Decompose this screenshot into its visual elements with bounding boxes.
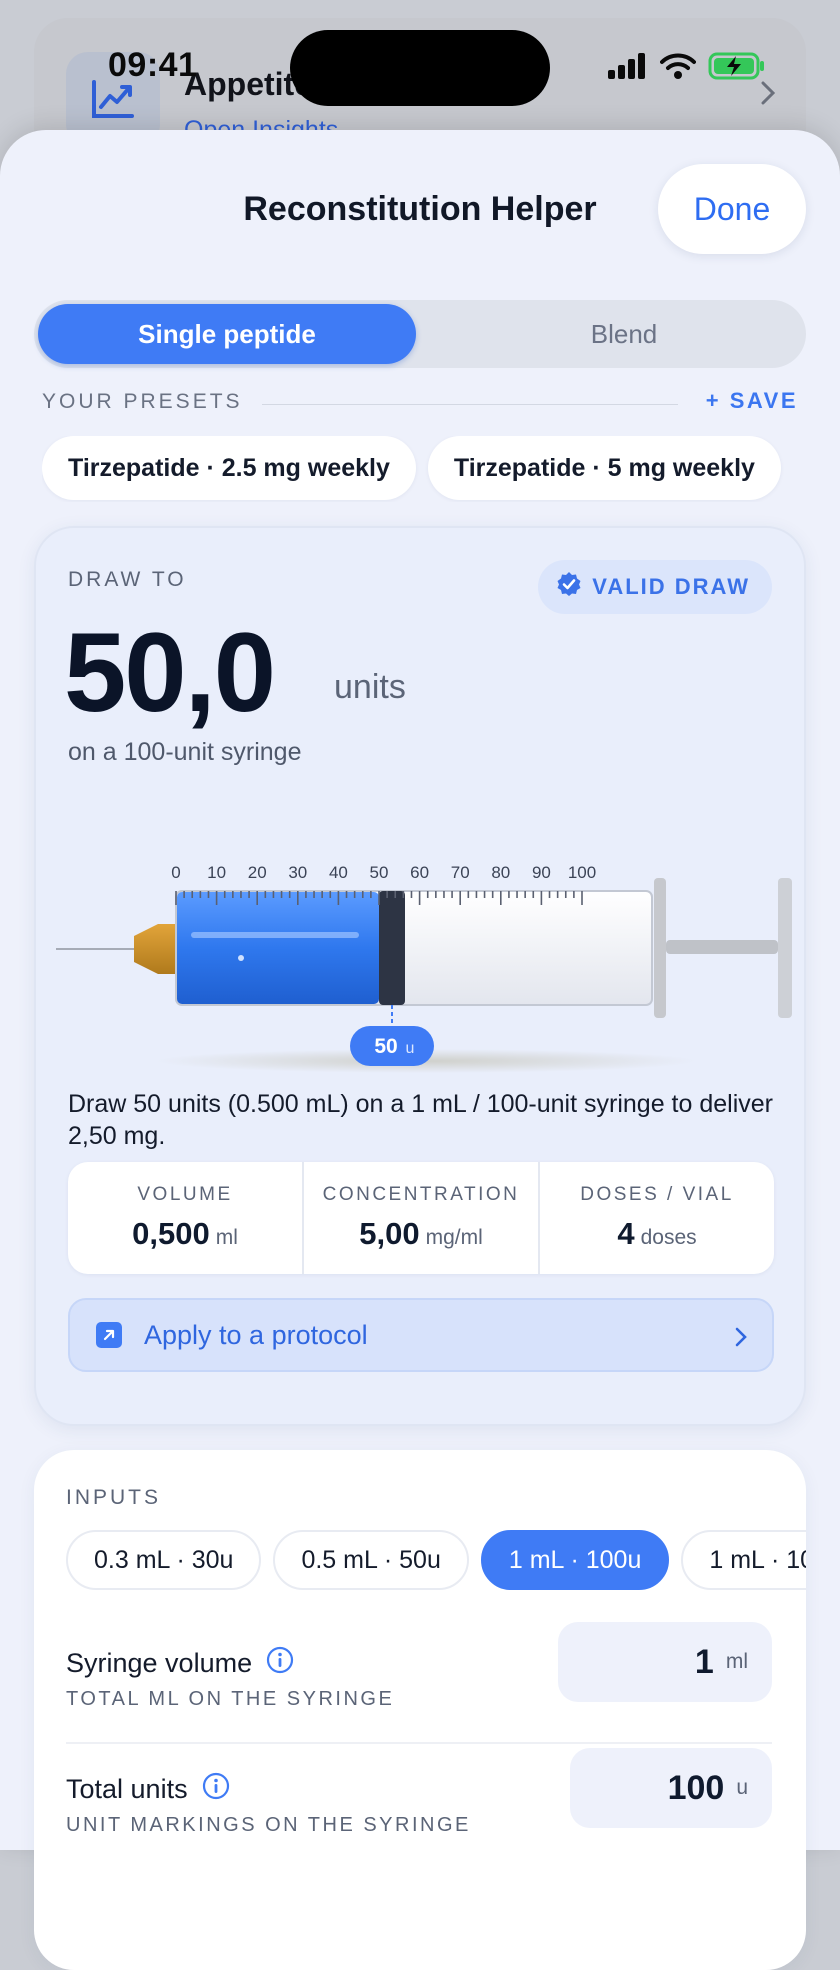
stat-concentration: CONCENTRATION 5,00 mg/ml (302, 1162, 538, 1274)
field-unit: ml (725, 1650, 748, 1673)
draw-unit: units (334, 668, 406, 706)
stat-label: CONCENTRATION (322, 1184, 520, 1205)
syringe-tick-label: 10 (207, 863, 226, 882)
syringe-tick-label: 0 (171, 863, 180, 882)
draw-value: 50,0 (64, 610, 276, 735)
stat-unit: ml (215, 1226, 238, 1249)
total-units-input[interactable]: 100 u (570, 1748, 772, 1828)
stat-doses-per-vial: DOSES / VIAL 4 doses (538, 1162, 774, 1274)
valid-draw-badge: VALID DRAW (538, 560, 772, 614)
syringe-tick-label: 50 (370, 863, 389, 882)
tab-single-peptide[interactable]: Single peptide (38, 304, 416, 364)
needle-hub (134, 924, 176, 974)
chevron-right-icon (734, 1326, 748, 1353)
save-preset-button[interactable]: + SAVE (706, 388, 798, 414)
syringe-size-chip[interactable]: 1 mL · 100u (681, 1530, 806, 1590)
valid-draw-text: VALID DRAW (592, 574, 750, 599)
stat-volume: VOLUME 0,500 ml (68, 1162, 302, 1274)
apply-label: Apply to a protocol (144, 1319, 368, 1350)
liquid-fill (177, 892, 379, 1004)
info-icon[interactable] (266, 1646, 294, 1681)
inputs-label: INPUTS (66, 1486, 162, 1509)
syringe-tick-label: 80 (491, 863, 510, 882)
status-icons (608, 52, 766, 85)
syringe-tick-label: 60 (410, 863, 429, 882)
syringe-subline: on a 100-unit syringe (68, 738, 302, 766)
plunger-stopper (379, 891, 405, 1005)
field-unit: u (736, 1776, 748, 1799)
stat-value: 5,00 (359, 1216, 420, 1251)
plunger-rod (666, 940, 778, 954)
cellular-signal-icon (608, 53, 648, 84)
syringe-tick-label: 90 (532, 863, 551, 882)
syringe-size-chip[interactable]: 0.5 mL · 50u (273, 1530, 469, 1590)
syringe-volume-input[interactable]: 1 ml (558, 1622, 772, 1702)
field-subtitle: TOTAL ML ON THE SYRINGE (66, 1688, 395, 1710)
stat-label: VOLUME (137, 1184, 233, 1205)
syringe-tick-label: 70 (451, 863, 470, 882)
syringe-size-chip[interactable]: 0.3 mL · 30u (66, 1530, 262, 1590)
draw-to-label: DRAW TO (68, 568, 187, 591)
field-value: 100 (667, 1768, 725, 1807)
marker-unit: u (406, 1040, 415, 1057)
preset-chips: Tirzepatide · 2.5 mg weekly Tirzepatide ·… (42, 436, 806, 502)
stat-value: 0,500 (132, 1216, 210, 1251)
mode-segmented-control: Single peptide Blend (34, 300, 806, 368)
inputs-card: INPUTS 0.3 mL · 30u 0.5 mL · 50u 1 mL · 10… (34, 1450, 806, 1970)
field-divider (66, 1742, 772, 1744)
presets-header: YOUR PRESETS + SAVE (42, 388, 798, 420)
status-time: 09:41 (108, 46, 198, 84)
stat-unit: doses (640, 1226, 697, 1249)
draw-marker: 50 u (350, 1026, 434, 1066)
apply-to-protocol-button[interactable]: Apply to a protocol (68, 1298, 774, 1372)
draw-result-card: DRAW TO VALID DRAW 50,0 units on a 100-u… (34, 526, 806, 1426)
verified-badge-icon (556, 571, 582, 603)
syringe-size-chip-selected[interactable]: 1 mL · 100u (480, 1530, 670, 1590)
info-icon[interactable] (202, 1772, 230, 1807)
battery-charging-icon (708, 52, 766, 85)
stat-unit: mg/ml (425, 1226, 483, 1249)
syringe-illustration: 0 10 20 30 40 50 60 70 80 90 100 50 u (56, 863, 792, 1073)
syringe-tick-label: 30 (288, 863, 307, 882)
done-button[interactable]: Done (658, 164, 806, 254)
plunger-thumb-press (778, 878, 792, 1018)
presets-divider (262, 404, 678, 405)
syringe-size-chips: 0.3 mL · 30u 0.5 mL · 50u 1 mL · 100u 1 mL … (66, 1530, 806, 1592)
reconstitution-sheet: Reconstitution Helper Done Single peptid… (0, 130, 840, 1970)
barrel-flange (654, 878, 666, 1018)
stat-value: 4 (617, 1216, 635, 1251)
syringe-tick-label: 40 (329, 863, 348, 882)
tab-blend[interactable]: Blend (454, 304, 794, 364)
preset-chip[interactable]: Tirzepatide · 5 mg weekly (427, 436, 781, 500)
syringe-tick-labels: 0 10 20 30 40 50 60 70 80 90 100 (171, 863, 596, 882)
field-title: Total units (66, 1774, 188, 1804)
field-value: 1 (694, 1642, 714, 1681)
syringe-tick-label: 20 (248, 863, 267, 882)
air-bubble (238, 955, 244, 961)
external-arrow-icon (96, 1322, 122, 1348)
dynamic-island (290, 30, 550, 106)
presets-label: YOUR PRESETS (42, 390, 243, 413)
draw-explanation: Draw 50 units (0.500 mL) on a 1 mL / 100… (68, 1090, 773, 1150)
stats-panel: VOLUME 0,500 ml CONCENTRATION 5,00 mg/ml D… (68, 1162, 774, 1274)
preset-chip[interactable]: Tirzepatide · 2.5 mg weekly (42, 436, 416, 500)
wifi-icon (660, 52, 696, 85)
liquid-highlight (191, 932, 359, 938)
syringe-tick-label: 100 (568, 863, 596, 882)
field-title: Syringe volume (66, 1648, 253, 1678)
marker-value: 50 (374, 1035, 397, 1058)
stat-label: DOSES / VIAL (580, 1184, 734, 1205)
